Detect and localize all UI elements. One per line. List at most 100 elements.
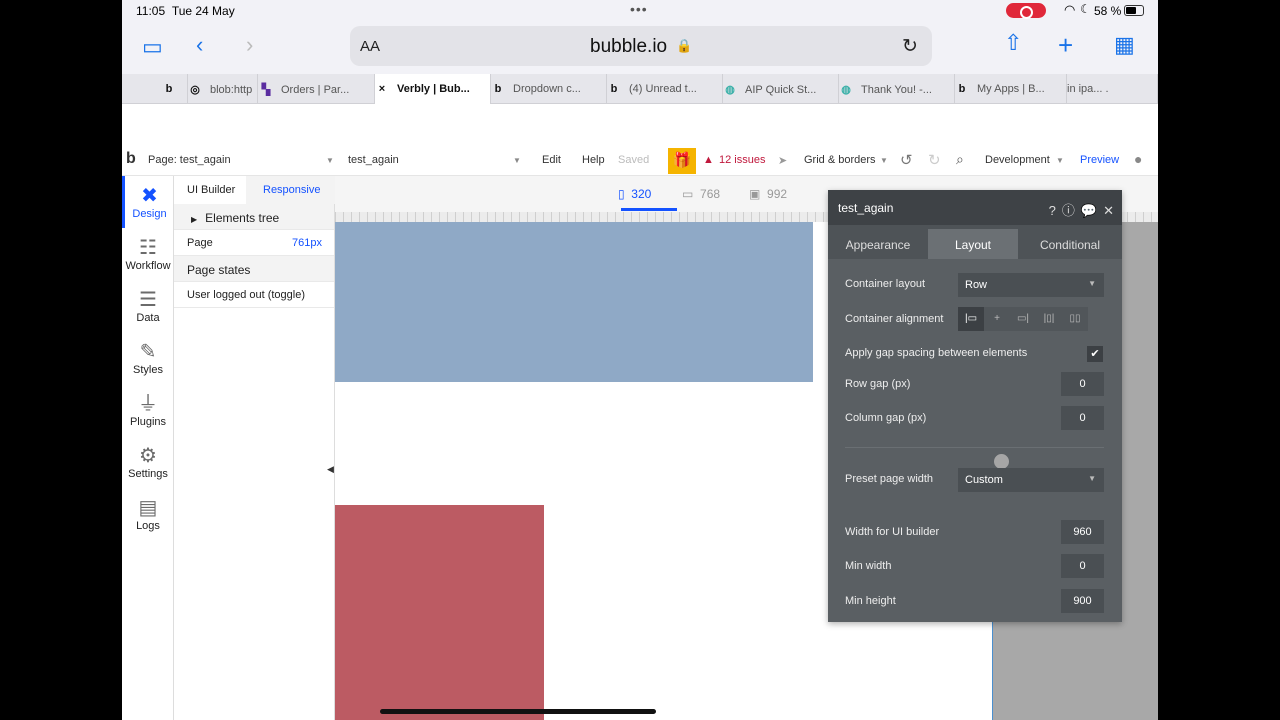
nav-plugins[interactable]: ⏚ Plugins [122,384,174,436]
touch-indicator [994,454,1009,469]
browser-tab[interactable]: in ipa... . [1067,74,1158,104]
chevron-down-icon: ▼ [1088,279,1096,288]
gift-icon[interactable]: 🎁 [668,148,696,174]
tab-ui-builder[interactable]: UI Builder [174,176,246,204]
align-right-icon[interactable]: ▭| [1010,307,1036,331]
undo-icon[interactable]: ↺ [900,151,913,169]
nav-logs[interactable]: ▤ Logs [122,488,174,540]
tab-overview-icon[interactable]: ▦ [1114,32,1135,58]
aip-favicon-icon: ◍ [725,84,735,96]
design-icon: ✖ [141,185,158,207]
chevron-down-icon: ▼ [326,156,334,165]
container-layout-select[interactable]: Row ▼ [958,273,1104,297]
group-red[interactable] [335,505,544,720]
editor-title[interactable]: test_again ? ⓘ 💬 ✕ [828,190,1122,225]
tab-conditional[interactable]: Conditional [1018,229,1122,259]
browser-toolbar: ▭ ‹ › AA bubble.io 🔒 ↻ ⇧ + ▦ [122,22,1158,74]
account-avatar-icon[interactable]: ● [1134,151,1142,167]
saved-status: Saved [618,154,650,166]
share-icon[interactable]: ⇧ [1004,30,1022,56]
group-blue[interactable] [335,222,813,382]
preset-width-label: Preset page width [845,473,934,485]
warning-icon: ▲ [703,154,714,166]
active-breakpoint-underline [621,208,677,211]
preview-link[interactable]: Preview [1080,154,1119,166]
reader-aa-button[interactable]: AA [360,38,380,55]
grid-borders-menu[interactable]: Grid & borders [804,154,876,166]
desktop-size-button[interactable]: ▣ 992 [749,187,787,201]
browser-tab[interactable]: b Dropdown c... [491,74,607,104]
element-selector[interactable]: test_again [348,154,399,166]
bubble-logo-icon: b [126,150,136,167]
info-icon[interactable]: ⓘ [1062,203,1075,218]
browser-tab[interactable]: b [162,74,188,104]
close-tab-icon[interactable]: × [375,83,389,95]
back-icon[interactable]: ‹ [196,32,203,58]
align-left-icon[interactable]: |▭ [958,307,984,331]
preset-width-select[interactable]: Custom ▼ [958,468,1104,492]
issues-link[interactable]: 12 issues [719,154,765,166]
align-center-icon[interactable]: + [984,307,1010,331]
page-states-header: Page states [174,256,334,282]
sidebar-icon[interactable]: ▭ [142,34,163,60]
min-height-input[interactable]: 900 [1061,589,1104,613]
tab-layout[interactable]: Layout [928,229,1018,259]
reload-icon[interactable]: ↻ [902,35,918,58]
battery-icon [1124,5,1144,16]
new-tab-icon[interactable]: + [1058,30,1073,61]
page-state-item[interactable]: User logged out (toggle) [174,282,334,308]
editor-actions: ? ⓘ 💬 ✕ [1043,200,1114,219]
gap-spacing-checkbox[interactable]: ✔ [1087,346,1103,362]
gear-icon: ⚙ [139,445,157,467]
document-icon: ▤ [138,497,158,519]
search-icon[interactable]: ⌕ [956,151,964,168]
page-row[interactable]: Page 761px [174,230,334,256]
help-menu[interactable]: Help [582,154,605,166]
tab-appearance[interactable]: Appearance [828,229,928,259]
page-selector[interactable]: Page: test_again [148,154,231,166]
help-icon[interactable]: ? [1049,203,1056,218]
browser-tab[interactable]: ◍ Thank You! -... [839,74,955,104]
redo-icon[interactable]: ↻ [928,151,941,169]
nav-settings[interactable]: ⚙ Settings [122,436,174,488]
editor-tabs: Appearance Layout Conditional [828,229,1122,259]
browser-tab[interactable]: b My Apps | B... [955,74,1067,104]
page-width-value: 761px [292,237,322,249]
gap-spacing-label: Apply gap spacing between elements [845,347,1028,359]
width-ui-builder-input[interactable]: 960 [1061,520,1104,544]
browser-tab[interactable]: ◍ AIP Quick St... [723,74,839,104]
space-between-icon[interactable]: |▯| [1036,307,1062,331]
address-bar[interactable]: AA bubble.io 🔒 ↻ [350,26,932,66]
comment-icon[interactable]: 💬 [1081,203,1097,218]
environment-selector[interactable]: Development [985,154,1050,166]
multitask-dots-icon[interactable]: ••• [630,1,648,17]
nav-styles[interactable]: ✎ Styles [122,332,174,384]
min-height-label: Min height [845,595,896,607]
collapse-panel-icon[interactable]: ◀ [327,464,334,475]
status-time: 11:05 Tue 24 May [136,4,235,18]
space-around-icon[interactable]: ▯▯ [1062,307,1088,331]
bubble-favicon-icon: b [610,83,618,95]
forward-icon[interactable]: › [246,32,253,58]
tab-responsive[interactable]: Responsive [246,176,335,204]
nav-design[interactable]: ✖ Design [122,176,174,228]
browser-tab-active[interactable]: × Verbly | Bub... [375,74,491,104]
min-width-label: Min width [845,560,892,572]
alignment-buttons: |▭ + ▭| |▯| ▯▯ [958,307,1088,331]
browser-tab[interactable]: ▚ Orders | Par... [259,74,375,104]
compass-favicon-icon: ◎ [190,84,200,96]
browser-tab[interactable]: ◎ blob:http [188,74,258,104]
column-gap-input[interactable]: 0 [1061,406,1104,430]
tablet-size-button[interactable]: ▭ 768 [682,187,720,201]
edit-menu[interactable]: Edit [542,154,561,166]
nav-data[interactable]: ☰ Data [122,280,174,332]
cursor-icon[interactable]: ➤ [778,154,787,167]
nav-workflow[interactable]: ☷ Workflow [122,228,174,280]
home-indicator[interactable] [380,709,656,714]
close-icon[interactable]: ✕ [1103,203,1114,218]
mobile-size-button[interactable]: ▯ 320 [618,187,651,201]
row-gap-input[interactable]: 0 [1061,372,1104,396]
browser-tab[interactable]: b (4) Unread t... [607,74,723,104]
elements-tree-toggle[interactable]: ▶ Elements tree [174,204,334,230]
min-width-input[interactable]: 0 [1061,554,1104,578]
